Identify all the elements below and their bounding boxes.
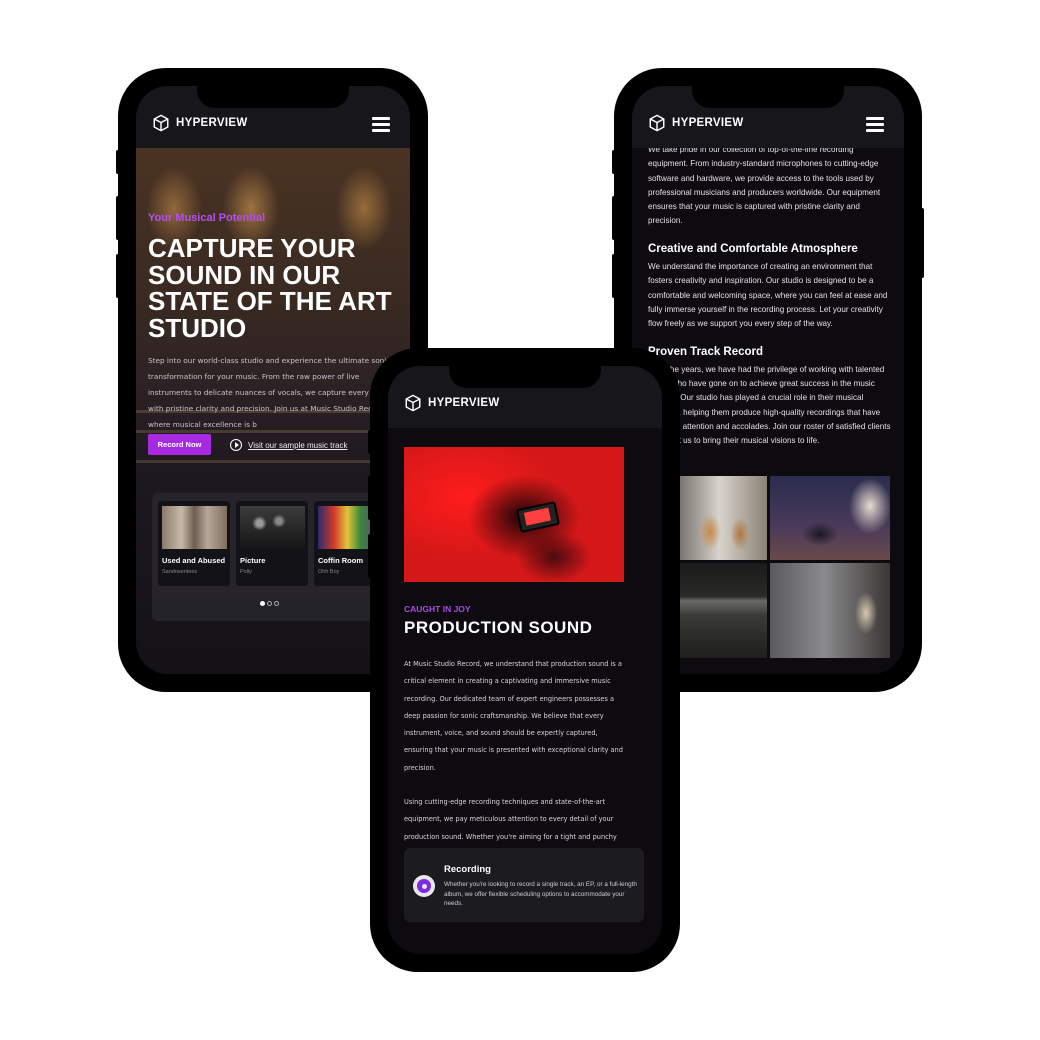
phone-side-button (612, 254, 618, 298)
phone-side-button (116, 196, 122, 240)
smartphone-in-photo (515, 501, 561, 533)
section-title: PRODUCTION SOUND (404, 618, 593, 637)
section-kicker: CAUGHT IN JOY (404, 604, 471, 614)
studio-gallery (648, 476, 890, 658)
album-carousel: Used and Abused Sandosentees Picture Pol… (152, 493, 402, 621)
track-record-heading: Proven Track Record (648, 345, 764, 358)
production-screen: HYPERVIEW CAUGHT IN JOY PRODUCTION SOUND… (388, 366, 662, 954)
hero-title: CAPTURE YOUR SOUND IN OUR STATE OF THE A… (148, 233, 392, 343)
hamburger-menu-icon[interactable] (866, 117, 884, 135)
body-paragraph-1: At Music Studio Record, we understand th… (404, 660, 623, 772)
album-card[interactable]: Picture Polly (236, 501, 308, 586)
home-screen: HYPERVIEW Your Musical Potential CAPTURE… (136, 86, 410, 674)
brand-logo[interactable]: HYPERVIEW (152, 114, 248, 132)
brand-name: HYPERVIEW (176, 117, 248, 129)
brand-name: HYPERVIEW (672, 117, 744, 129)
brand-name: HYPERVIEW (428, 397, 500, 409)
album-artist: Ohh Boy (318, 569, 340, 575)
brand-logo[interactable]: HYPERVIEW (648, 114, 744, 132)
vinyl-record-icon (413, 875, 435, 897)
phone-notch (197, 86, 349, 108)
album-title: Used and Abused (162, 556, 226, 565)
phone-side-button (612, 196, 618, 240)
phone-side-button (116, 254, 122, 298)
phone-side-button (612, 150, 618, 174)
hamburger-menu-icon[interactable] (372, 117, 390, 135)
cube-logo-icon (153, 114, 169, 132)
phone-side-button (918, 208, 924, 278)
cube-logo-icon (649, 114, 665, 132)
about-content: We take pride in our collection of top-o… (648, 145, 892, 449)
feature-title: Recording (444, 864, 491, 875)
equipment-paragraph: We take pride in our collection of top-o… (648, 145, 881, 226)
album-card[interactable]: Used and Abused Sandosentees (158, 501, 230, 586)
hero-description: Step into our world-class studio and exp… (148, 356, 391, 429)
track-record-paragraph: Over the years, we have had the privileg… (648, 364, 891, 446)
phone-side-button (368, 430, 374, 454)
phone-side-button (368, 476, 374, 520)
carousel-dot[interactable] (267, 601, 272, 606)
console-row (136, 460, 410, 463)
recording-feature-card[interactable]: Recording Whether you're looking to reco… (404, 848, 644, 922)
album-cover-image (240, 506, 305, 549)
phone-notch (449, 366, 601, 388)
album-artist: Sandosentees (162, 569, 198, 575)
phone-notch (692, 86, 844, 108)
atmosphere-paragraph: We understand the importance of creating… (648, 262, 888, 329)
hero-kicker: Your Musical Potential (148, 212, 266, 224)
gallery-image-drums[interactable] (770, 476, 890, 560)
feature-description: Whether you're looking to record a singl… (444, 881, 637, 908)
album-cover-image (162, 506, 227, 549)
play-circle-icon (230, 439, 242, 451)
brand-logo[interactable]: HYPERVIEW (404, 394, 500, 412)
album-title: Coffin Room (318, 556, 363, 565)
phone-side-button (368, 534, 374, 578)
phone-frame-production: HYPERVIEW CAUGHT IN JOY PRODUCTION SOUND… (368, 348, 680, 972)
album-artist: Polly (240, 569, 252, 575)
cube-logo-icon (405, 394, 421, 412)
gallery-image-microphone[interactable] (770, 563, 890, 658)
carousel-dot[interactable] (274, 601, 279, 606)
atmosphere-heading: Creative and Comfortable Atmosphere (648, 242, 858, 255)
sample-track-label: Visit our sample music track (248, 440, 348, 450)
album-title: Picture (240, 556, 266, 565)
record-now-button[interactable]: Record Now (148, 434, 211, 455)
hero-section: Your Musical Potential CAPTURE YOUR SOUN… (136, 148, 410, 674)
concert-photo (404, 447, 624, 582)
carousel-dot[interactable] (260, 601, 265, 606)
carousel-pagination (260, 601, 279, 606)
sample-track-link[interactable]: Visit our sample music track (230, 439, 347, 451)
phone-side-button (116, 150, 122, 174)
